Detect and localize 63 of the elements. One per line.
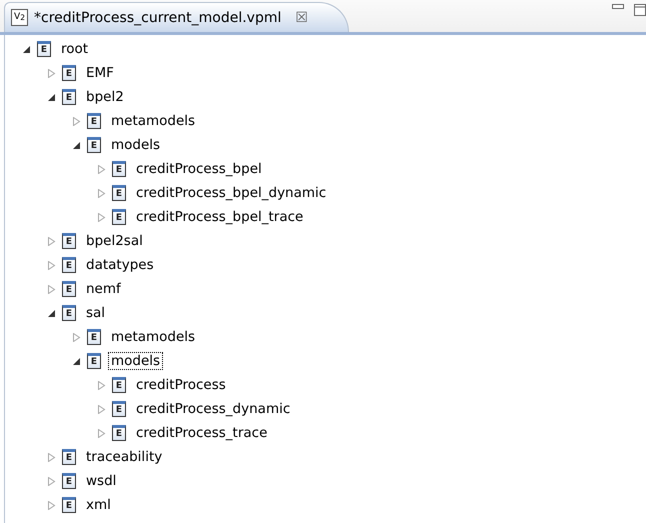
element-icon: E [62, 281, 76, 297]
tree-item[interactable]: metamodels [108, 112, 198, 130]
close-icon[interactable]: ☒ [295, 10, 308, 26]
tree-item[interactable]: wsdl [83, 472, 120, 490]
element-icon: E [62, 89, 76, 105]
tree-item[interactable]: creditProcess_bpel [133, 160, 265, 178]
collapsed-arrow-icon[interactable] [96, 188, 106, 198]
tree-item[interactable]: datatypes [83, 256, 157, 274]
tree-item[interactable]: metamodels [108, 328, 198, 346]
tree-item[interactable]: creditProcess_dynamic [133, 400, 294, 418]
tree-item[interactable]: bpel2sal [83, 232, 146, 250]
element-icon: E [62, 233, 76, 249]
collapsed-arrow-icon[interactable] [46, 68, 56, 78]
element-icon: E [62, 305, 76, 321]
element-icon: E [112, 401, 126, 417]
element-icon: E [62, 449, 76, 465]
tree-item[interactable]: creditProcess_bpel_trace [133, 208, 306, 226]
element-icon: E [112, 425, 126, 441]
tree-item[interactable]: models [108, 136, 164, 154]
collapsed-arrow-icon[interactable] [72, 116, 80, 126]
collapsed-arrow-icon[interactable] [46, 236, 56, 246]
element-icon: E [87, 137, 101, 153]
collapsed-arrow-icon[interactable] [46, 284, 56, 294]
maximize-icon[interactable] [634, 4, 646, 16]
collapsed-arrow-icon[interactable] [96, 428, 106, 438]
collapsed-arrow-icon[interactable] [46, 452, 56, 462]
tree-item[interactable]: bpel2 [83, 88, 127, 106]
tree-item[interactable]: nemf [83, 280, 124, 298]
element-icon: E [87, 113, 101, 129]
expanded-arrow-icon[interactable] [46, 308, 56, 318]
tree-item[interactable]: xml [83, 496, 114, 514]
expanded-arrow-icon[interactable] [72, 356, 80, 366]
element-icon: E [112, 161, 126, 177]
element-icon: E [87, 353, 101, 369]
element-icon: E [112, 377, 126, 393]
element-icon: E [62, 65, 76, 81]
element-icon: E [112, 185, 126, 201]
tree-item[interactable]: models [108, 352, 164, 370]
tree-item[interactable]: creditProcess_trace [133, 424, 270, 442]
expanded-arrow-icon[interactable] [46, 92, 56, 102]
collapsed-arrow-icon[interactable] [96, 380, 106, 390]
tree-item[interactable]: sal [83, 304, 108, 322]
tree-item[interactable]: creditProcess_bpel_dynamic [133, 184, 330, 202]
element-icon: E [87, 329, 101, 345]
collapsed-arrow-icon[interactable] [96, 404, 106, 414]
collapsed-arrow-icon[interactable] [72, 332, 80, 342]
minimize-icon[interactable] [612, 4, 624, 12]
expanded-arrow-icon[interactable] [22, 44, 30, 54]
element-icon: E [112, 209, 126, 225]
collapsed-arrow-icon[interactable] [96, 212, 106, 222]
collapsed-arrow-icon[interactable] [46, 500, 56, 510]
collapsed-arrow-icon[interactable] [46, 260, 56, 270]
element-icon: E [62, 257, 76, 273]
element-icon: E [62, 473, 76, 489]
tree-item[interactable]: root [58, 40, 92, 58]
tree-item[interactable]: creditProcess [133, 376, 229, 394]
expanded-arrow-icon[interactable] [72, 140, 80, 150]
collapsed-arrow-icon[interactable] [96, 164, 106, 174]
tree-item[interactable]: EMF [83, 64, 117, 82]
tree-item[interactable]: traceability [83, 448, 166, 466]
element-icon: E [62, 497, 76, 513]
element-icon: E [37, 41, 51, 57]
collapsed-arrow-icon[interactable] [46, 476, 56, 486]
